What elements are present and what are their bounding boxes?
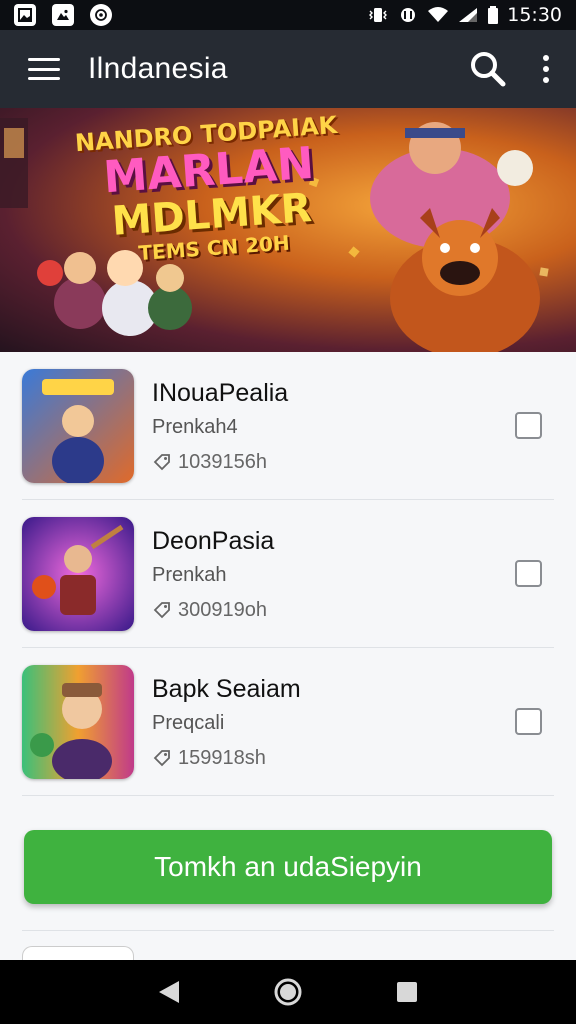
app-title: Ilndanesia <box>88 52 228 85</box>
back-icon[interactable] <box>151 974 187 1010</box>
status-left <box>14 4 112 26</box>
item-meta-value: 159918sh <box>178 746 266 769</box>
whatsapp-icon <box>90 4 112 26</box>
menu-icon[interactable] <box>28 58 60 80</box>
item-meta: 1039156h <box>152 451 576 474</box>
data-icon <box>401 8 416 22</box>
item-subtitle: Prenkah4 <box>152 415 238 438</box>
item-subtitle: Prenkah <box>152 563 227 586</box>
item-text: Bapk Seaiam Preqcali 159918sh <box>152 675 576 770</box>
system-nav-bar <box>0 960 576 1024</box>
item-checkbox[interactable] <box>515 412 542 439</box>
home-icon[interactable] <box>270 974 306 1010</box>
status-right: 15:30 <box>367 4 562 26</box>
item-text: DeonPasia Prenkah 300919oh <box>152 527 576 622</box>
item-meta: 300919oh <box>152 599 576 622</box>
game-list: INouaPealia Prenkah4 1039156h DeonPasia … <box>0 352 576 796</box>
item-checkbox[interactable] <box>515 560 542 587</box>
vibrate-icon <box>369 8 388 22</box>
battery-icon <box>488 6 499 24</box>
tag-icon <box>153 750 170 767</box>
signal-icon <box>459 8 478 22</box>
tag-icon <box>153 454 170 471</box>
item-text: INouaPealia Prenkah4 1039156h <box>152 379 576 474</box>
gallery-icon <box>14 4 36 26</box>
item-checkbox[interactable] <box>515 708 542 735</box>
wifi-icon <box>428 7 449 22</box>
banner-headline: NANDRO TODPAIAK MARLAN MDLMKR TEMS CN 20… <box>65 110 354 269</box>
tag-icon <box>153 602 170 619</box>
promo-banner[interactable]: NANDRO TODPAIAK MARLAN MDLMKR TEMS CN 20… <box>0 108 576 352</box>
item-title: Bapk Seaiam <box>152 674 301 703</box>
status-time: 15:30 <box>507 4 562 26</box>
item-title: DeonPasia <box>152 526 275 555</box>
item-meta-value: 300919oh <box>178 598 267 621</box>
primary-action-button[interactable]: Tomkh an udaSiepyin <box>24 830 552 904</box>
game-thumbnail <box>22 517 134 631</box>
app-bar: Ilndanesia <box>0 30 576 108</box>
item-subtitle: Preqcali <box>152 711 225 734</box>
item-title: INouaPealia <box>152 378 289 407</box>
list-item[interactable]: Bapk Seaiam Preqcali 159918sh <box>0 648 576 796</box>
more-vert-icon[interactable] <box>536 52 556 86</box>
list-item[interactable]: INouaPealia Prenkah4 1039156h <box>0 352 576 500</box>
game-thumbnail <box>22 665 134 779</box>
divider <box>22 930 554 931</box>
item-meta-value: 1039156h <box>178 450 267 473</box>
list-item[interactable]: DeonPasia Prenkah 300919oh <box>0 500 576 648</box>
photo-icon <box>52 4 74 26</box>
game-thumbnail <box>22 369 134 483</box>
status-bar: 15:30 <box>0 0 576 30</box>
recents-icon[interactable] <box>389 974 425 1010</box>
search-icon[interactable] <box>468 49 508 89</box>
item-meta: 159918sh <box>152 747 576 770</box>
